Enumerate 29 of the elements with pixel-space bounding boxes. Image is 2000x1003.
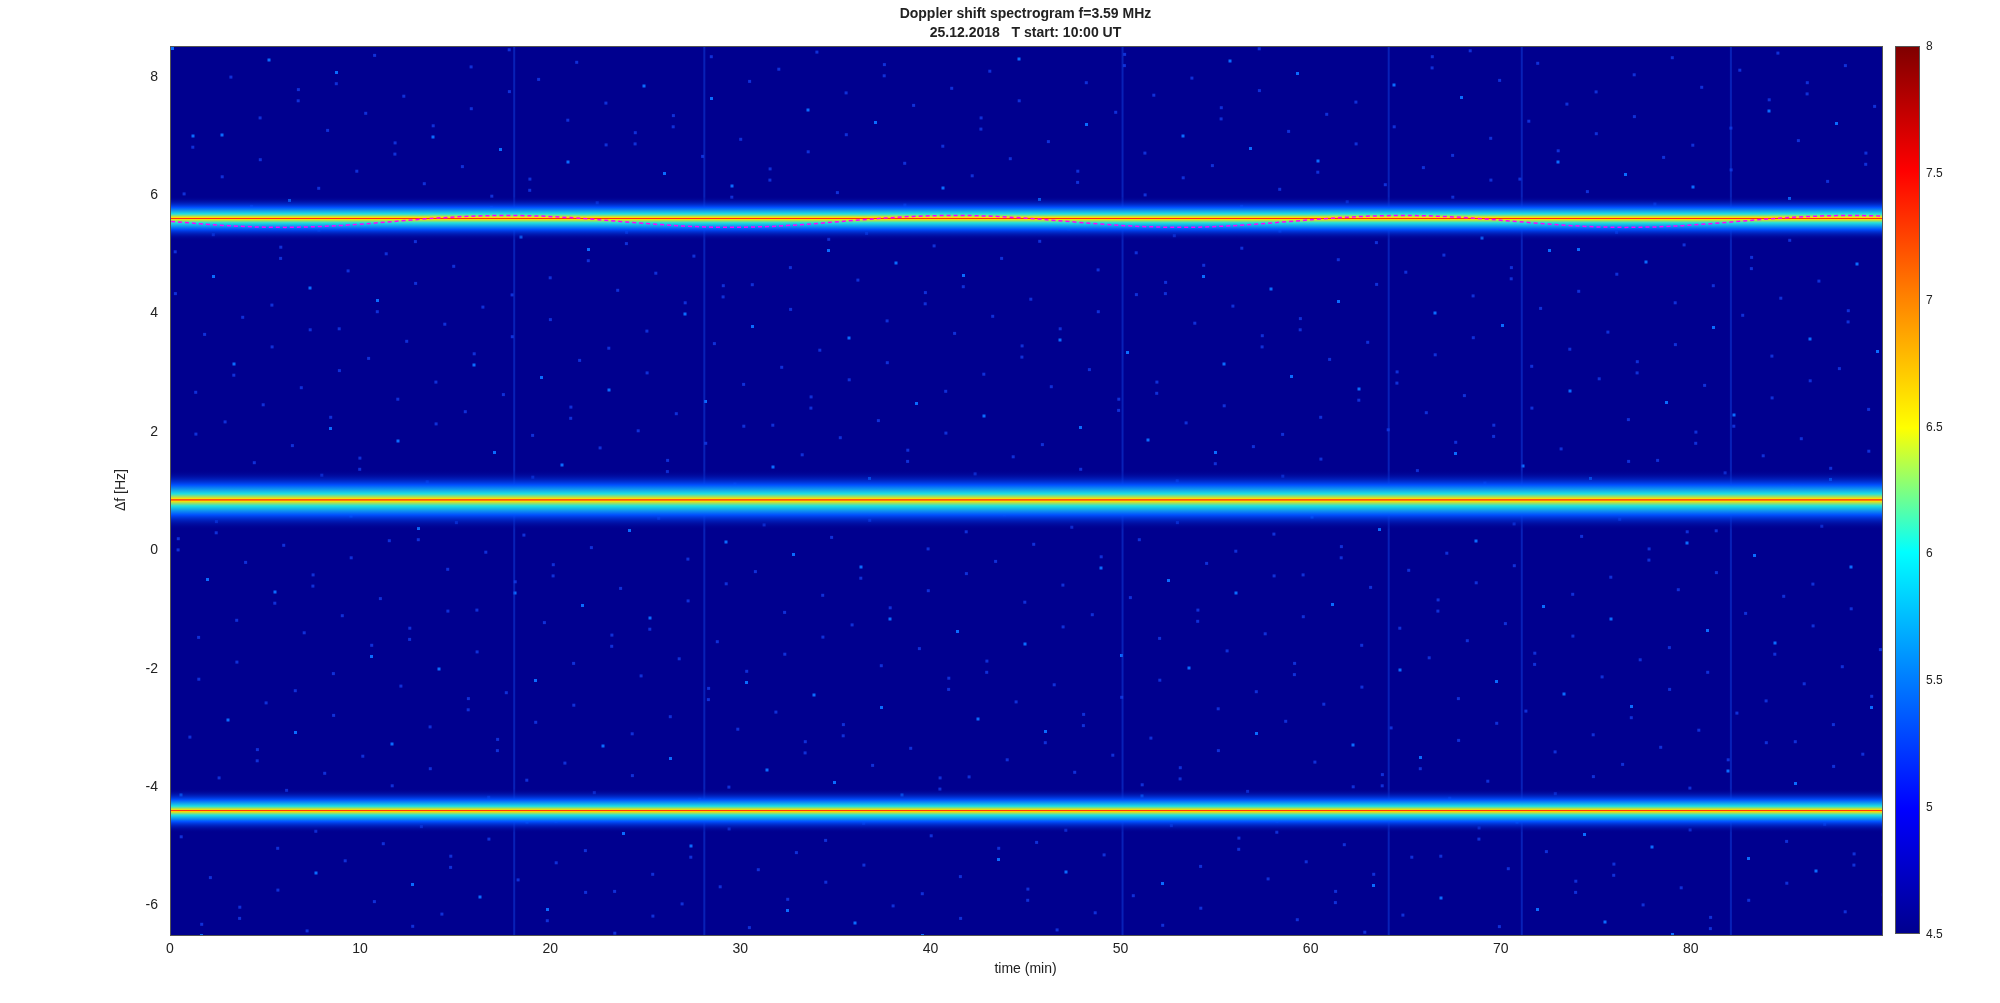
x-tick-label: 20 bbox=[542, 940, 558, 956]
colorbar-tick-label: 7 bbox=[1926, 292, 1933, 307]
colorbar-tick-label: 6 bbox=[1926, 546, 1933, 561]
chart-title: 25.12.2018 T start: 10:00 UT bbox=[929, 23, 1122, 42]
y-tick-label: 0 bbox=[150, 541, 158, 558]
colorbar-tick-label: 5 bbox=[1926, 800, 1933, 815]
x-tick-label: 0 bbox=[166, 940, 174, 956]
colorbar-tick-label: 8 bbox=[1926, 39, 1933, 53]
colorbar-tick-label: 6.5 bbox=[1926, 419, 1943, 434]
y-tick-label: 4 bbox=[150, 304, 158, 321]
y-tick-label: 2 bbox=[150, 422, 158, 439]
x-tick-label: 60 bbox=[1302, 940, 1319, 956]
y-tick-label: 8 bbox=[150, 67, 158, 84]
x-tick-label: 30 bbox=[732, 940, 749, 956]
y-tick-label: -2 bbox=[145, 659, 158, 676]
x-axis-label: time (min) bbox=[993, 960, 1058, 976]
x-tick-label: 40 bbox=[922, 940, 939, 956]
y-tick-label: 6 bbox=[150, 186, 158, 202]
y-axis-label: Δf [Hz] bbox=[112, 469, 128, 511]
colorbar-tick-label: 7.5 bbox=[1926, 165, 1943, 180]
y-tick-label: -6 bbox=[145, 896, 158, 913]
chart-title: Doppler shift spectrogram f=3.59 MHz bbox=[899, 4, 1152, 23]
x-tick-label: 50 bbox=[1112, 940, 1129, 956]
x-tick-label: 70 bbox=[1493, 940, 1509, 956]
x-tick-label: 80 bbox=[1683, 940, 1699, 956]
colorbar-tick-label: 5.5 bbox=[1926, 673, 1943, 688]
colorbar-tick-label: 4.5 bbox=[1926, 927, 1943, 941]
x-tick-label: 10 bbox=[352, 940, 368, 956]
y-tick-label: -4 bbox=[145, 778, 158, 794]
